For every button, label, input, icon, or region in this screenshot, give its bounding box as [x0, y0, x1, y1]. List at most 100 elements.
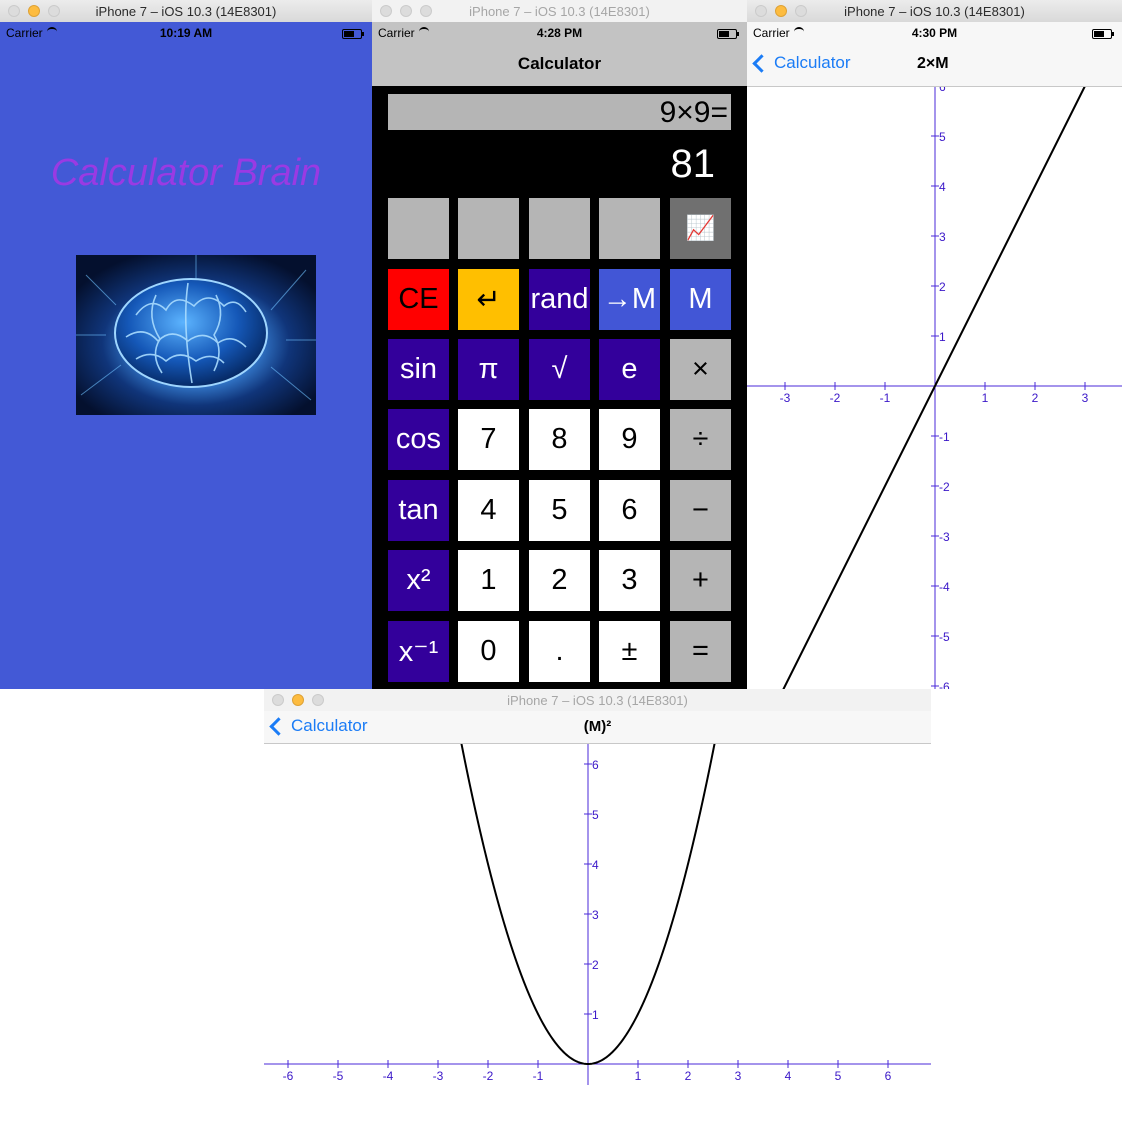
key-5-1[interactable]: 1 — [458, 550, 519, 611]
minimize-button[interactable] — [400, 5, 412, 17]
window-title: iPhone 7 – iOS 10.3 (14E8301) — [95, 4, 277, 19]
nav-bar: Calculator 2×M — [747, 42, 1122, 87]
key-1-2[interactable]: rand — [529, 269, 590, 330]
back-button[interactable]: Calculator — [752, 53, 851, 73]
zoom-button[interactable] — [420, 5, 432, 17]
y-tick-label: 4 — [939, 180, 946, 194]
y-tick-label: 1 — [939, 330, 946, 344]
key-4-1[interactable]: 4 — [458, 480, 519, 541]
x-tick-label: 3 — [1082, 391, 1089, 405]
x-tick-label: 1 — [982, 391, 989, 405]
minimize-button[interactable] — [292, 694, 304, 706]
key-5-4[interactable]: + — [670, 550, 731, 611]
key-2-3[interactable]: e — [599, 339, 660, 400]
key-0-3[interactable] — [599, 198, 660, 259]
key-6-3[interactable]: ± — [599, 621, 660, 682]
minimize-button[interactable] — [775, 5, 787, 17]
y-tick-label: -6 — [939, 680, 950, 689]
key-0-0[interactable] — [388, 198, 449, 259]
window-titlebar[interactable]: iPhone 7 – iOS 10.3 (14E8301) — [0, 0, 372, 23]
key-3-1[interactable]: 7 — [458, 409, 519, 470]
window-title: iPhone 7 – iOS 10.3 (14E8301) — [469, 4, 650, 19]
graph-window-square: iPhone 7 – iOS 10.3 (14E8301) Calculator… — [264, 689, 931, 1085]
key-3-4[interactable]: ÷ — [670, 409, 731, 470]
key-4-2[interactable]: 5 — [529, 480, 590, 541]
brain-image — [76, 255, 316, 415]
key-2-1[interactable]: π — [458, 339, 519, 400]
key-3-3[interactable]: 9 — [599, 409, 660, 470]
window-controls — [8, 5, 60, 17]
battery-icon — [1092, 29, 1114, 39]
nav-title: 2×M — [917, 55, 949, 72]
x-tick-label: -3 — [433, 1069, 444, 1083]
key-6-4[interactable]: = — [670, 621, 731, 682]
close-button[interactable] — [380, 5, 392, 17]
key-1-3[interactable]: →M — [599, 269, 660, 330]
window-titlebar[interactable]: iPhone 7 – iOS 10.3 (14E8301) — [264, 689, 931, 712]
y-tick-label: 3 — [939, 230, 946, 244]
window-title: iPhone 7 – iOS 10.3 (14E8301) — [844, 4, 1025, 19]
close-button[interactable] — [755, 5, 767, 17]
graph-square[interactable]: -6 -5 -4 -3 -2 -1 1 2 3 4 5 6 1 2 3 4 5 6 — [264, 744, 931, 1085]
key-2-2[interactable]: √ — [529, 339, 590, 400]
window-controls — [380, 5, 432, 17]
graph-key[interactable]: 📈 — [670, 198, 731, 259]
y-tick-label: -5 — [939, 630, 950, 644]
key-2-0[interactable]: sin — [388, 339, 449, 400]
nav-bar: Calculator (M)² — [264, 711, 931, 744]
minimize-button[interactable] — [28, 5, 40, 17]
y-tick-label: 2 — [592, 958, 599, 972]
key-1-1[interactable]: ↵ — [458, 269, 519, 330]
x-tick-label: -3 — [780, 391, 791, 405]
y-tick-label: -4 — [939, 580, 950, 594]
chevron-left-icon — [752, 53, 771, 73]
status-bar: Carrier 4:30 PM — [747, 22, 1122, 42]
x-tick-label: 5 — [835, 1069, 842, 1083]
key-4-0[interactable]: tan — [388, 480, 449, 541]
key-0-2[interactable] — [529, 198, 590, 259]
zoom-button[interactable] — [795, 5, 807, 17]
key-5-2[interactable]: 2 — [529, 550, 590, 611]
calculator-body: 9×9= 81 📈 CE ↵ rand →M Msin π √ e × cos 7 8 9 ÷ tan 4 5 6−… — [372, 86, 747, 689]
x-tick-label: 2 — [685, 1069, 692, 1083]
battery-icon — [717, 29, 739, 39]
window-titlebar[interactable]: iPhone 7 – iOS 10.3 (14E8301) — [372, 0, 747, 23]
key-6-1[interactable]: 0 — [458, 621, 519, 682]
y-tick-label: 4 — [592, 858, 599, 872]
window-title: iPhone 7 – iOS 10.3 (14E8301) — [507, 693, 688, 708]
key-6-2[interactable]: . — [529, 621, 590, 682]
y-tick-label: -3 — [939, 530, 950, 544]
key-5-3[interactable]: 3 — [599, 550, 660, 611]
zoom-button[interactable] — [48, 5, 60, 17]
y-tick-label: 5 — [939, 130, 946, 144]
status-time: 4:28 PM — [536, 26, 583, 40]
window-controls — [755, 5, 807, 17]
nav-title: (M)² — [583, 718, 612, 735]
back-label: Calculator — [774, 53, 851, 72]
key-2-4[interactable]: × — [670, 339, 731, 400]
x-tick-label: -4 — [383, 1069, 394, 1083]
graph-linear[interactable]: -3 -2 -1 1 2 3 -6 -5 -4 -3 -2 -1 1 2 3 4 5 6 — [747, 87, 1122, 689]
key-0-1[interactable] — [458, 198, 519, 259]
y-tick-label: 1 — [592, 1008, 599, 1022]
key-3-2[interactable]: 8 — [529, 409, 590, 470]
key-1-4[interactable]: M — [670, 269, 731, 330]
key-6-0[interactable]: x⁻¹ — [388, 621, 449, 682]
key-5-0[interactable]: x² — [388, 550, 449, 611]
key-1-0[interactable]: CE — [388, 269, 449, 330]
key-4-3[interactable]: 6 — [599, 480, 660, 541]
close-button[interactable] — [272, 694, 284, 706]
key-3-0[interactable]: cos — [388, 409, 449, 470]
close-button[interactable] — [8, 5, 20, 17]
status-time: 4:30 PM — [911, 26, 958, 40]
y-tick-label: -2 — [939, 480, 950, 494]
zoom-button[interactable] — [312, 694, 324, 706]
key-4-4[interactable]: − — [670, 480, 731, 541]
x-tick-label: -2 — [830, 391, 841, 405]
graph-window-linear: iPhone 7 – iOS 10.3 (14E8301) Carrier 4:… — [747, 0, 1122, 689]
x-tick-label: -1 — [880, 391, 891, 405]
description-display: 9×9= — [388, 94, 731, 130]
x-tick-label: -5 — [333, 1069, 344, 1083]
window-titlebar[interactable]: iPhone 7 – iOS 10.3 (14E8301) — [747, 0, 1122, 23]
status-bar: Carrier 4:28 PM — [372, 22, 747, 42]
